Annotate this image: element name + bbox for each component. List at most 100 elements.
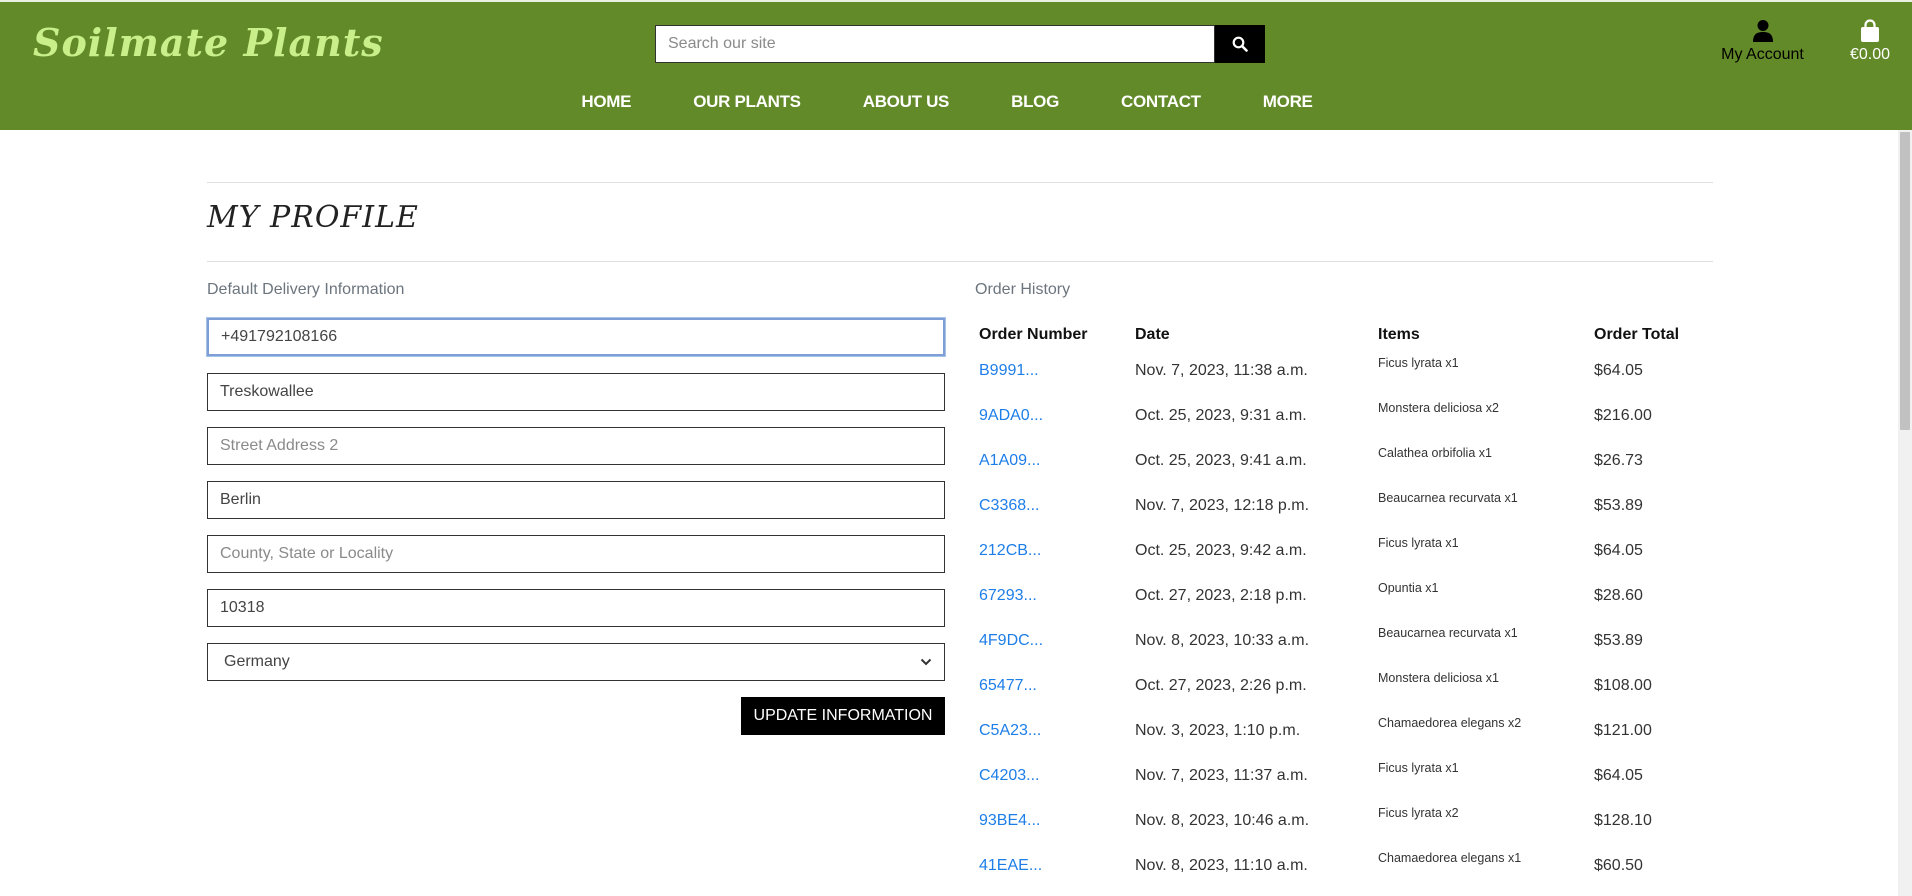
order-items: Calathea orbifolia x1 [1378,446,1492,460]
order-number-cell: 9ADA0... [975,393,1131,438]
nav-our-plants[interactable]: OUR PLANTS [693,92,801,112]
table-row: 65477... Oct. 27, 2023, 2:26 p.m. Monstera… [975,663,1695,708]
scrollbar-thumb[interactable] [1900,132,1910,430]
table-row: C5A23... Nov. 3, 2023, 1:10 p.m. Chamaedor… [975,708,1695,753]
table-row: 212CB... Oct. 25, 2023, 9:42 a.m. Ficus ly… [975,528,1695,573]
cart-total: €0.00 [1849,46,1891,63]
divider [207,182,1713,183]
search-form [655,25,1265,63]
country-select[interactable]: Germany [207,643,945,681]
shopping-bag-icon [1861,19,1879,42]
my-account-link[interactable]: My Account [1715,18,1810,64]
user-icon [1752,20,1773,42]
order-number-link[interactable]: 9ADA0... [979,407,1043,424]
order-number-cell: 4F9DC... [975,618,1131,663]
order-number-cell: 65477... [975,663,1131,708]
order-items: Opuntia x1 [1378,581,1439,595]
postcode-field[interactable]: 10318 [207,589,945,627]
order-date: Nov. 8, 2023, 10:46 a.m. [1135,811,1310,829]
order-number-link[interactable]: 41EAE... [979,857,1042,874]
main-nav: HOME OUR PLANTS ABOUT US BLOG CONTACT MO… [0,92,1912,112]
order-date: Oct. 25, 2023, 9:41 a.m. [1135,451,1307,469]
page-scrollbar[interactable] [1898,130,1912,896]
order-number-cell: C4203... [975,753,1131,798]
site-logo[interactable]: Soilmate Plants [33,20,384,65]
update-information-button[interactable]: UPDATE INFORMATION [741,697,945,735]
order-total: $53.89 [1594,496,1643,514]
order-number-link[interactable]: 65477... [979,677,1037,694]
town-field[interactable]: Berlin [207,481,945,519]
search-icon [1232,36,1248,52]
order-number-link[interactable]: A1A09... [979,452,1040,469]
order-total: $108.00 [1594,676,1652,694]
table-row: 67293... Oct. 27, 2023, 2:18 p.m. Opuntia … [975,573,1695,618]
order-items: Ficus lyrata x1 [1378,761,1459,775]
site-header: Soilmate Plants My Account €0.00 HOME OU… [0,0,1912,130]
cart-link[interactable]: €0.00 [1842,18,1898,64]
order-items: Beaucarnea recurvata x1 [1378,626,1518,640]
order-items: Ficus lyrata x1 [1378,536,1459,550]
order-date: Oct. 27, 2023, 2:18 p.m. [1135,586,1307,604]
order-number-cell: 67293... [975,573,1131,618]
my-account-label: My Account [1721,46,1804,63]
order-history-heading: Order History [975,281,1071,298]
nav-blog[interactable]: BLOG [1011,92,1059,112]
table-row: C4203... Nov. 7, 2023, 11:37 a.m. Ficus ly… [975,753,1695,798]
order-total: $216.00 [1594,406,1652,424]
order-date: Oct. 27, 2023, 2:26 p.m. [1135,676,1307,694]
order-number-link[interactable]: C4203... [979,767,1039,784]
order-items: Ficus lyrata x1 [1378,356,1459,370]
order-date: Oct. 25, 2023, 9:42 a.m. [1135,541,1307,559]
table-row: 9ADA0... Oct. 25, 2023, 9:31 a.m. Monstera… [975,393,1695,438]
order-number-link[interactable]: C5A23... [979,722,1041,739]
order-date: Nov. 7, 2023, 11:38 a.m. [1135,361,1308,379]
search-button[interactable] [1215,25,1265,63]
order-items: Beaucarnea recurvata x1 [1378,491,1518,505]
search-input[interactable] [655,25,1215,63]
table-row: A1A09... Oct. 25, 2023, 9:41 a.m. Calathea… [975,438,1695,483]
order-number-cell: C3368... [975,483,1131,528]
order-date: Nov. 7, 2023, 11:37 a.m. [1135,766,1308,784]
col-order-number: Order Number [979,326,1088,343]
order-total: $121.00 [1594,721,1652,739]
order-number-link[interactable]: B9991... [979,362,1039,379]
order-number-cell: B9991... [975,348,1131,393]
order-total: $64.05 [1594,541,1643,559]
nav-contact[interactable]: CONTACT [1121,92,1201,112]
order-items: Ficus lyrata x2 [1378,806,1459,820]
country-value: Germany [224,653,290,670]
order-number-link[interactable]: C3368... [979,497,1039,514]
order-total: $64.05 [1594,766,1643,784]
order-number-cell: C5A23... [975,708,1131,753]
table-row: B9991... Nov. 7, 2023, 11:38 a.m. Ficus ly… [975,348,1695,393]
order-items: Monstera deliciosa x2 [1378,401,1499,415]
order-total: $128.10 [1594,811,1652,829]
order-items: Chamaedorea elegans x1 [1378,851,1522,865]
street-address-1-field[interactable]: Treskowallee [207,373,945,411]
order-date: Nov. 8, 2023, 10:33 a.m. [1135,631,1310,649]
order-date: Oct. 25, 2023, 9:31 a.m. [1135,406,1307,424]
order-total: $28.60 [1594,586,1643,604]
order-number-link[interactable]: 67293... [979,587,1037,604]
order-total: $60.50 [1594,856,1643,874]
order-total: $26.73 [1594,451,1643,469]
order-date: Nov. 3, 2023, 1:10 p.m. [1135,721,1301,739]
order-number-cell: A1A09... [975,438,1131,483]
table-row: C3368... Nov. 7, 2023, 12:18 p.m. Beaucarn… [975,483,1695,528]
order-total: $53.89 [1594,631,1643,649]
table-header-row: Order Number Date Items Order Total [975,314,1695,348]
county-field[interactable]: County, State or Locality [207,535,945,573]
nav-home[interactable]: HOME [581,92,631,112]
street-address-2-field[interactable]: Street Address 2 [207,427,945,465]
order-number-link[interactable]: 4F9DC... [979,632,1043,649]
chevron-down-icon [920,658,932,666]
order-number-link[interactable]: 212CB... [979,542,1041,559]
order-date: Nov. 8, 2023, 11:10 a.m. [1135,856,1308,874]
order-number-link[interactable]: 93BE4... [979,812,1040,829]
order-items: Chamaedorea elegans x2 [1378,716,1522,730]
table-row: 4F9DC... Nov. 8, 2023, 10:33 a.m. Beaucarn… [975,618,1695,663]
phone-field[interactable]: +491792108166 [207,318,945,356]
page-title: MY PROFILE [207,200,419,235]
nav-more[interactable]: MORE [1263,92,1313,112]
nav-about-us[interactable]: ABOUT US [863,92,950,112]
